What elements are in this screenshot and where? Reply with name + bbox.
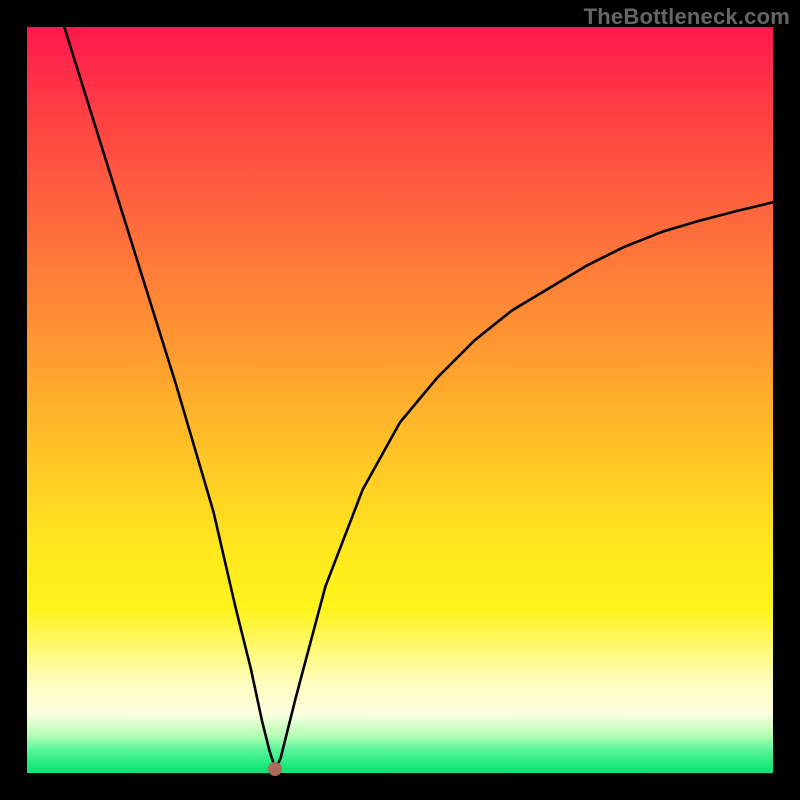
curve-svg: [27, 27, 773, 773]
plot-gradient-bg: [27, 27, 773, 773]
chart-frame: TheBottleneck.com: [0, 0, 800, 800]
plot-area: [27, 27, 773, 773]
bottleneck-curve: [64, 27, 773, 769]
min-point-marker: [268, 762, 282, 776]
